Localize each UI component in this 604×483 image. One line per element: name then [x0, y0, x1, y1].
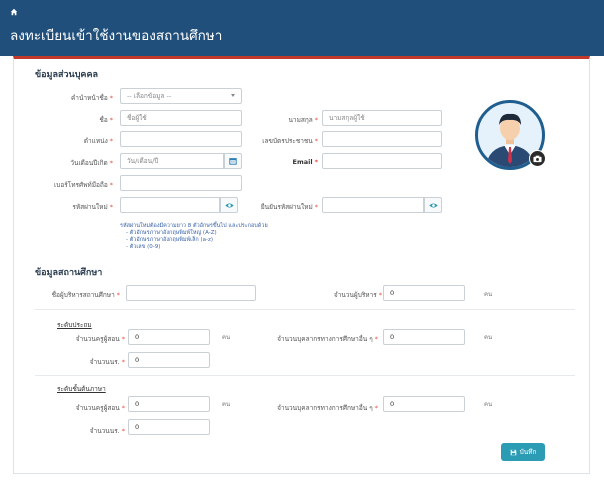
email-input[interactable]: [322, 153, 442, 169]
position-input[interactable]: [120, 131, 242, 147]
new-password-input[interactable]: [120, 197, 220, 213]
admin-count-unit: คน: [484, 291, 493, 298]
birthdate-label: วันเดือนปีเกิด *: [70, 159, 113, 167]
confirm-password-label: ยืนยันรหัสผ่านใหม่ *: [260, 203, 318, 211]
director-name-input[interactable]: [126, 285, 256, 301]
secondary-other-staff-unit: คน: [484, 401, 493, 408]
prefix-label: คำนำหน้าชื่อ *: [70, 94, 113, 102]
page-header: ลงทะเบียนเข้าใช้งานของสถานศึกษา: [0, 0, 604, 56]
primary-other-staff-unit: คน: [484, 334, 493, 341]
primary-teachers-input[interactable]: 0: [128, 329, 210, 345]
first-name-input[interactable]: ชื่อผู้ใช้: [120, 110, 242, 126]
save-button-label: บันทึก: [519, 448, 537, 456]
secondary-students-input[interactable]: 0: [128, 419, 210, 435]
prefix-select[interactable]: -- เลือกข้อมูล --: [120, 88, 242, 104]
new-password-label: รหัสผ่านใหม่ *: [72, 203, 113, 211]
section-title-personal: ข้อมูลส่วนบุคคล: [35, 70, 98, 80]
save-icon: [510, 449, 516, 455]
admin-count-label: จำนวนผู้บริหาร *: [333, 291, 382, 299]
password-hint-line: รหัสผ่านใหม่ต้องมีความยาว 8 ตัวอักษรขึ้น…: [120, 223, 268, 229]
primary-teachers-unit: คน: [222, 334, 231, 341]
camera-icon: [533, 155, 542, 162]
divider: [35, 375, 575, 376]
page-title: ลงทะเบียนเข้าใช้งานของสถานศึกษา: [10, 28, 223, 44]
home-icon[interactable]: [10, 8, 18, 16]
citizen-id-label: เลขบัตรประชาชน *: [262, 137, 318, 145]
last-name-label: นามสกุล *: [288, 116, 318, 124]
primary-level-title: ระดับประถม: [57, 321, 92, 329]
password-hint-line: - ตัวอักษรภาษาอังกฤษพิมพ์เล็ก (a-z): [126, 237, 214, 243]
confirm-password-input[interactable]: [322, 197, 424, 213]
primary-students-label: จำนวนนร. *: [89, 358, 125, 366]
password-hint-line: - ตัวอักษรภาษาอังกฤษพิมพ์ใหญ่ (A-Z): [126, 230, 217, 236]
phone-label: เบอร์โทรศัพท์มือถือ *: [54, 181, 113, 189]
eye-icon: [224, 202, 234, 208]
secondary-teachers-input[interactable]: 0: [128, 396, 210, 412]
chevron-down-icon: [231, 94, 235, 97]
last-name-input[interactable]: นามสกุลผู้ใช้: [322, 110, 442, 126]
secondary-other-staff-label: จำนวนบุคลากรทางการศึกษาอื่น ๆ *: [277, 404, 378, 412]
admin-count-input[interactable]: 0: [383, 285, 465, 301]
toggle-new-password-button[interactable]: [220, 197, 238, 213]
citizen-id-input[interactable]: [322, 131, 442, 147]
primary-students-input[interactable]: 0: [128, 352, 210, 368]
first-name-label: ชื่อ *: [99, 116, 113, 124]
calendar-button[interactable]: [224, 153, 242, 169]
password-hint-line: - ตัวเลข (0-9): [126, 244, 161, 250]
calendar-icon: [229, 158, 237, 165]
secondary-teachers-unit: คน: [222, 401, 231, 408]
birthdate-input[interactable]: วัน/เดือน/ปี: [120, 153, 224, 169]
secondary-other-staff-input[interactable]: 0: [383, 396, 465, 412]
change-photo-button[interactable]: [529, 150, 546, 167]
phone-input[interactable]: [120, 175, 242, 191]
primary-other-staff-label: จำนวนบุคลากรทางการศึกษาอื่น ๆ *: [277, 335, 378, 343]
section-title-school: ข้อมูลสถานศึกษา: [35, 268, 103, 278]
primary-other-staff-input[interactable]: 0: [383, 329, 465, 345]
director-name-label: ชื่อผู้บริหารสถานศึกษา *: [51, 291, 120, 299]
position-label: ตำแหน่ง *: [83, 137, 113, 145]
eye-icon: [428, 202, 438, 208]
toggle-confirm-password-button[interactable]: [424, 197, 442, 213]
save-button[interactable]: บันทึก: [501, 443, 545, 461]
email-label: Email *: [292, 158, 318, 166]
secondary-teachers-label: จำนวนครูผู้สอน *: [75, 404, 125, 412]
primary-teachers-label: จำนวนครูผู้สอน *: [75, 335, 125, 343]
lower-secondary-level-title: ระดับชั้นต้นภาษา: [57, 385, 106, 393]
divider: [35, 309, 575, 310]
secondary-students-label: จำนวนนร. *: [89, 427, 125, 435]
